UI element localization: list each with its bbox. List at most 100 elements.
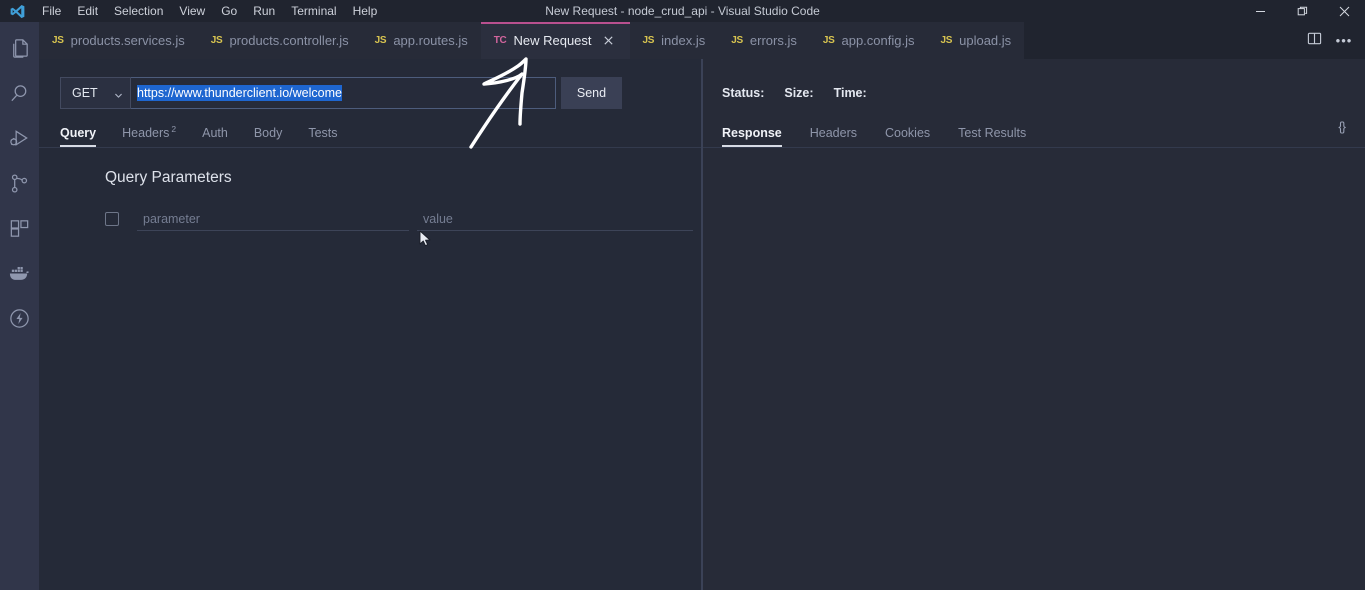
editor-tab-new-request[interactable]: TC New Request xyxy=(480,22,630,59)
request-url-input[interactable]: https://www.thunderclient.io/welcome xyxy=(131,77,556,109)
request-tab-query[interactable]: Query xyxy=(60,126,110,147)
source-control-icon xyxy=(8,172,31,200)
request-tabs: Query Headers 2 Auth Body Tests xyxy=(60,119,364,147)
request-tab-label: Auth xyxy=(202,126,228,140)
maximize-restore-button[interactable] xyxy=(1281,0,1323,22)
query-parameter-name-input[interactable]: parameter xyxy=(137,207,409,231)
http-method-select[interactable]: GET xyxy=(60,77,131,109)
response-tab-label: Response xyxy=(722,126,782,140)
vscode-logo-icon xyxy=(0,0,34,22)
editor-tab-app-routes[interactable]: JS app.routes.js xyxy=(361,22,481,59)
js-icon: JS xyxy=(374,35,387,46)
split-editor-button[interactable] xyxy=(1301,28,1327,54)
editor-tab-upload[interactable]: JS upload.js xyxy=(927,22,1025,59)
thunder-client-icon: TC xyxy=(493,35,507,46)
request-tab-tests[interactable]: Tests xyxy=(308,126,351,147)
response-status-label: Status: xyxy=(722,86,765,100)
query-parameter-row: parameter value xyxy=(105,207,693,231)
menu-item-help[interactable]: Help xyxy=(345,0,386,22)
editor-actions: ••• xyxy=(1301,22,1357,59)
request-tab-label: Query xyxy=(60,126,97,140)
response-tab-label: Test Results xyxy=(958,126,1027,140)
activity-item-source-control[interactable] xyxy=(0,163,39,208)
activity-item-extensions[interactable] xyxy=(0,208,39,253)
editor-tabs: JS products.services.js JS products.cont… xyxy=(39,22,1025,59)
run-debug-icon xyxy=(8,127,31,155)
response-tabs: Response Headers Cookies Test Results xyxy=(722,119,1054,147)
editor-tab-label: products.services.js xyxy=(70,33,185,48)
vscode-window: File Edit Selection View Go Run Terminal… xyxy=(0,0,1365,590)
response-tab-cookies[interactable]: Cookies xyxy=(885,126,944,147)
query-parameter-value-input[interactable]: value xyxy=(417,207,693,231)
close-tab-icon[interactable] xyxy=(601,33,617,49)
response-tab-response[interactable]: Response xyxy=(722,126,796,147)
editor-tab-products-controller[interactable]: JS products.controller.js xyxy=(197,22,362,59)
request-tab-body[interactable]: Body xyxy=(254,126,297,147)
chevron-down-icon xyxy=(114,89,123,98)
request-panel: GET https://www.thunderclient.io/welcome… xyxy=(39,59,701,590)
js-icon: JS xyxy=(822,35,835,46)
request-url-value: https://www.thunderclient.io/welcome xyxy=(137,85,342,101)
split-editor-icon xyxy=(1307,31,1322,51)
close-window-button[interactable] xyxy=(1323,0,1365,22)
menu-bar: File Edit Selection View Go Run Terminal… xyxy=(34,0,385,22)
activity-item-docker[interactable] xyxy=(0,253,39,298)
thunder-bolt-icon xyxy=(8,307,31,335)
response-tab-test-results[interactable]: Test Results xyxy=(958,126,1040,147)
editor-tab-index[interactable]: JS index.js xyxy=(629,22,719,59)
editor-tab-strip: JS products.services.js JS products.cont… xyxy=(39,22,1365,59)
url-bar: GET https://www.thunderclient.io/welcome… xyxy=(60,77,622,109)
js-icon: JS xyxy=(210,35,223,46)
menu-item-run[interactable]: Run xyxy=(245,0,283,22)
activity-item-run-and-debug[interactable] xyxy=(0,118,39,163)
query-parameter-checkbox[interactable] xyxy=(105,212,119,226)
js-icon: JS xyxy=(731,35,743,46)
http-method-value: GET xyxy=(72,86,98,100)
format-json-button[interactable]: {} xyxy=(1338,119,1346,134)
request-tab-headers[interactable]: Headers 2 xyxy=(122,124,190,147)
editor-tab-label: New Request xyxy=(513,33,592,48)
more-actions-icon: ••• xyxy=(1335,33,1353,48)
request-tab-auth[interactable]: Auth xyxy=(202,126,242,147)
send-request-button[interactable]: Send xyxy=(561,77,622,109)
editor-tab-label: index.js xyxy=(661,33,706,48)
editor-tab-label: app.config.js xyxy=(841,33,915,48)
menu-item-go[interactable]: Go xyxy=(213,0,245,22)
editor-tab-app-config[interactable]: JS app.config.js xyxy=(809,22,928,59)
more-actions-button[interactable]: ••• xyxy=(1331,28,1357,54)
response-tab-headers[interactable]: Headers xyxy=(810,126,871,147)
files-icon xyxy=(8,37,31,65)
response-time-label: Time: xyxy=(833,86,867,100)
js-icon: JS xyxy=(940,35,953,46)
minimize-button[interactable] xyxy=(1239,0,1281,22)
activity-item-thunder-client[interactable] xyxy=(0,298,39,343)
menu-item-selection[interactable]: Selection xyxy=(106,0,171,22)
editor-tab-errors[interactable]: JS errors.js xyxy=(718,22,810,59)
request-tab-label: Body xyxy=(253,126,283,140)
activity-bar xyxy=(0,22,39,590)
menu-item-terminal[interactable]: Terminal xyxy=(283,0,344,22)
response-panel: Status: Size: Time: Response Headers Coo… xyxy=(703,59,1365,590)
menu-item-edit[interactable]: Edit xyxy=(69,0,106,22)
menu-item-file[interactable]: File xyxy=(34,0,69,22)
request-tab-label: Tests xyxy=(308,126,338,140)
response-tab-label: Headers xyxy=(809,126,857,140)
editor-tab-label: errors.js xyxy=(749,33,797,48)
query-parameters-title: Query Parameters xyxy=(105,169,232,186)
search-icon xyxy=(8,82,31,110)
request-tabs-divider xyxy=(39,147,701,148)
response-size-label: Size: xyxy=(784,86,814,100)
headers-count-badge: 2 xyxy=(171,123,177,134)
editor-tab-label: app.routes.js xyxy=(393,33,468,48)
docker-whale-icon xyxy=(8,262,31,290)
response-tab-label: Cookies xyxy=(885,126,931,140)
title-bar: File Edit Selection View Go Run Terminal… xyxy=(0,0,1365,22)
editor-tab-products-services[interactable]: JS products.services.js xyxy=(39,22,198,59)
request-tab-label: Headers xyxy=(122,126,170,140)
extensions-icon xyxy=(8,217,31,245)
window-controls xyxy=(1239,0,1365,22)
menu-item-view[interactable]: View xyxy=(171,0,213,22)
activity-item-explorer[interactable] xyxy=(0,28,39,73)
activity-item-search[interactable] xyxy=(0,73,39,118)
js-icon: JS xyxy=(52,35,64,46)
